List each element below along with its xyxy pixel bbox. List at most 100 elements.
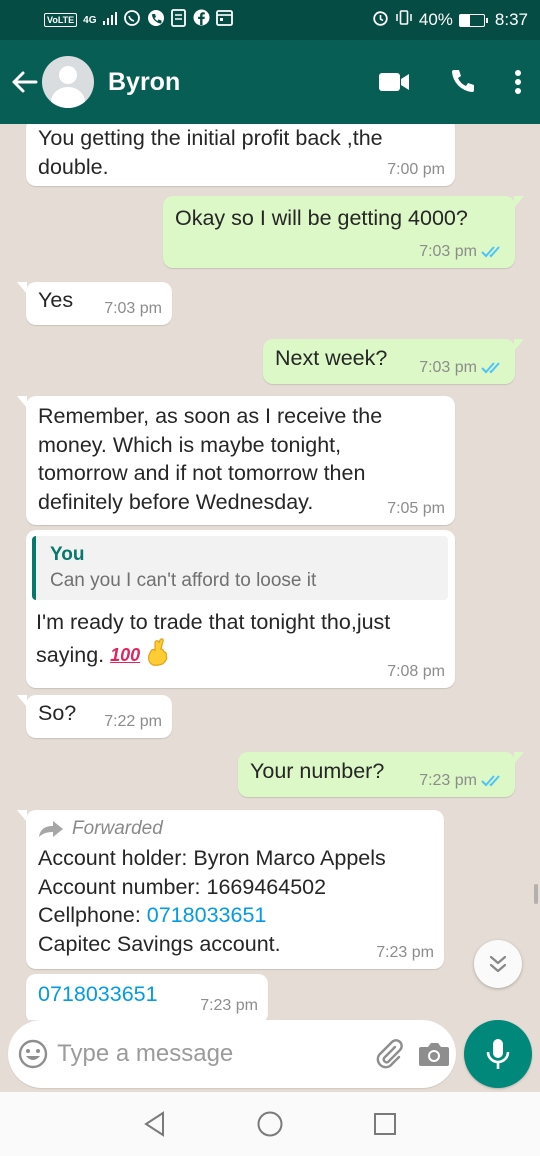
composer-bar xyxy=(0,1020,540,1092)
message-line-group: Cellphone: 0718033651 xyxy=(38,901,433,930)
nav-recents-button[interactable] xyxy=(328,1112,443,1136)
video-call-icon xyxy=(379,73,409,91)
mic-icon xyxy=(486,1039,510,1069)
message-time: 7:03 pm xyxy=(104,300,162,317)
message-incoming[interactable]: Remember, as soon as I receive the money… xyxy=(17,396,455,525)
bubble-tail xyxy=(514,752,524,764)
avatar-head-shape xyxy=(59,66,77,84)
message-line: saying. xyxy=(36,643,105,667)
nav-recents-icon xyxy=(374,1113,396,1135)
more-options-button[interactable] xyxy=(496,69,540,95)
message-line: Account holder: Byron Marco Appels xyxy=(38,846,386,870)
chat-header: Byron xyxy=(0,40,540,124)
voice-call-icon xyxy=(452,70,474,92)
message-incoming[interactable]: 0718033651 7:23 pm xyxy=(26,974,268,1020)
video-call-button[interactable] xyxy=(360,71,428,93)
battery-icon xyxy=(458,13,488,27)
voice-call-button[interactable] xyxy=(428,68,496,96)
attach-button[interactable] xyxy=(367,1038,411,1070)
more-options-icon xyxy=(515,70,521,94)
header-actions xyxy=(360,68,540,96)
back-arrow-icon xyxy=(12,71,38,93)
double-check-icon xyxy=(481,246,500,258)
attach-icon xyxy=(377,1039,404,1069)
avatar[interactable] xyxy=(42,56,94,108)
hundred-points-emoji: 100 xyxy=(110,645,141,665)
message-outgoing[interactable]: Your number? 7:23 pm xyxy=(238,752,524,797)
double-check-icon xyxy=(481,362,500,374)
message-time-group: 7:03 pm xyxy=(419,243,505,261)
bubble-tail xyxy=(514,196,524,208)
scroll-down-icon xyxy=(489,955,507,973)
message-time: 7:00 pm xyxy=(387,161,445,178)
bubble-tail xyxy=(17,695,27,707)
crossed-fingers-emoji xyxy=(146,637,172,675)
message-composer xyxy=(8,1020,456,1088)
message-time: 7:23 pm xyxy=(376,944,434,961)
message-line: Remember, as soon as I receive the xyxy=(38,404,383,428)
message-time: 7:03 pm xyxy=(419,243,477,260)
message-time: 7:05 pm xyxy=(387,500,445,517)
nav-back-icon xyxy=(144,1111,164,1137)
message-line: I'm ready to trade that tonight tho,just xyxy=(36,610,391,634)
calendar-notification-icon xyxy=(215,9,233,31)
chat-area[interactable]: You getting the initial profit back ,the… xyxy=(0,124,540,1020)
signal-label: 4G xyxy=(83,14,97,26)
message-incoming[interactable]: Yes 7:03 pm xyxy=(17,282,172,325)
phone-link[interactable]: 0718033651 xyxy=(147,903,267,927)
message-line-group: saying. 100 xyxy=(36,637,444,675)
message-outgoing[interactable]: Okay so I will be getting 4000? 7:03 pm xyxy=(163,196,524,268)
double-check-icon xyxy=(481,775,500,787)
forward-icon xyxy=(39,821,63,837)
message-input[interactable] xyxy=(57,1040,368,1068)
battery-percent: 40% xyxy=(418,10,453,29)
phone-label: Cellphone: xyxy=(38,903,147,927)
message-incoming-reply[interactable]: You Can you I can't afford to loose it I… xyxy=(26,530,455,688)
status-bar: VoLTE 4G 40% 8:37 xyxy=(0,0,540,40)
quote-text: Can you I can't afford to loose it xyxy=(50,570,317,591)
camera-icon xyxy=(418,1043,449,1066)
forwarded-label: Forwarded xyxy=(72,818,163,839)
message-line: Account number: 1669464502 xyxy=(38,874,327,899)
bubble-tail xyxy=(514,339,524,351)
message-incoming-forwarded[interactable]: Forwarded Account holder: Byron Marco Ap… xyxy=(17,810,444,969)
vibrate-icon xyxy=(395,9,413,31)
message-time-group: 7:23 pm xyxy=(419,772,505,790)
back-button[interactable] xyxy=(2,70,46,94)
message-time: 7:23 pm xyxy=(200,997,258,1014)
nav-back-button[interactable] xyxy=(98,1111,213,1137)
facebook-notification-icon xyxy=(193,9,210,31)
message-time: 7:08 pm xyxy=(387,663,445,680)
voice-message-button[interactable] xyxy=(464,1020,532,1088)
document-notification-icon xyxy=(170,8,187,32)
signal-bars-icon xyxy=(102,10,117,30)
message-time: 7:03 pm xyxy=(419,359,477,376)
scroll-to-bottom-button[interactable] xyxy=(474,940,522,988)
message-incoming[interactable]: So? 7:22 pm xyxy=(17,695,172,738)
message-outgoing[interactable]: Next week? 7:03 pm xyxy=(263,339,524,384)
nav-home-button[interactable] xyxy=(213,1110,328,1138)
message-time: 7:23 pm xyxy=(419,772,477,789)
bubble-tail xyxy=(17,282,27,294)
system-nav-bar xyxy=(0,1092,540,1156)
message-time: 7:22 pm xyxy=(104,713,162,730)
message-incoming[interactable]: You getting the initial profit back ,the… xyxy=(26,124,455,186)
nav-home-icon xyxy=(257,1111,283,1137)
quoted-message[interactable]: You Can you I can't afford to loose it xyxy=(32,536,448,600)
emoji-button[interactable] xyxy=(8,1038,57,1070)
status-left: VoLTE 4G xyxy=(44,8,233,32)
message-line: You getting the initial profit back ,the xyxy=(38,126,383,150)
phone-link[interactable]: 0718033651 xyxy=(38,982,158,1006)
message-line: double. xyxy=(38,154,109,179)
forwarded-label-row: Forwarded xyxy=(38,816,433,842)
contact-name[interactable]: Byron xyxy=(108,68,360,97)
scrollbar-thumb[interactable] xyxy=(534,884,538,904)
volte-badge: VoLTE xyxy=(44,13,78,27)
battery-level xyxy=(459,14,470,26)
message-line: Okay so I will be getting 4000? xyxy=(175,206,468,230)
status-right: 40% 8:37 xyxy=(372,9,528,31)
whatsapp-notification-icon xyxy=(123,9,141,32)
camera-button[interactable] xyxy=(412,1040,456,1068)
emoji-icon xyxy=(18,1039,47,1069)
message-time-group: 7:03 pm xyxy=(419,359,505,377)
